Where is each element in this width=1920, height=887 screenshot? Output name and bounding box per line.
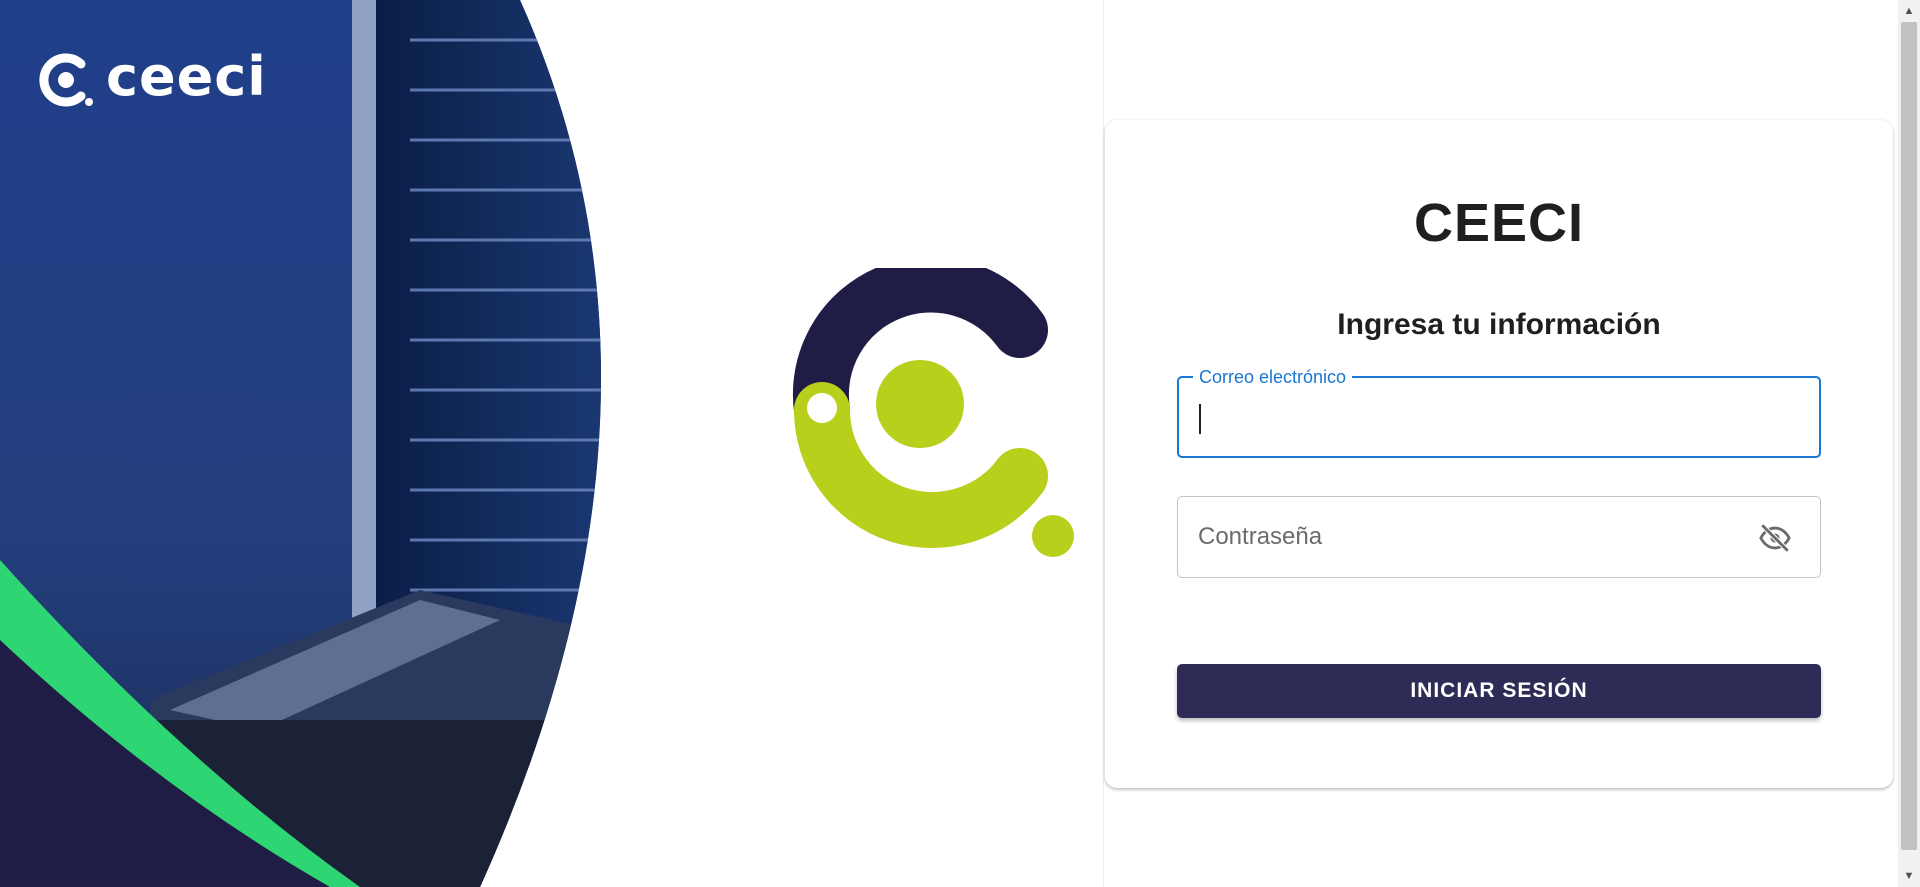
card-title: CEECI <box>1413 193 1585 253</box>
vertical-scrollbar[interactable]: ▲ ▼ <box>1898 0 1920 887</box>
ceeci-emblem-icon <box>792 268 1074 557</box>
email-field[interactable]: Correo electrónico <box>1177 366 1821 458</box>
scrollbar-thumb[interactable] <box>1901 22 1917 850</box>
arrow-up-icon[interactable]: ▲ <box>1898 0 1920 22</box>
text-cursor <box>1199 404 1201 434</box>
ceeci-c-icon <box>39 53 93 107</box>
brand-logo: ceeci <box>36 45 267 112</box>
brand-name: ceeci <box>106 45 267 108</box>
toggle-password-visibility-button[interactable] <box>1758 521 1792 555</box>
password-input[interactable] <box>1196 497 1750 577</box>
login-button[interactable]: INICIAR SESIÓN <box>1177 664 1821 718</box>
password-field[interactable]: Contraseña <box>1177 496 1821 578</box>
left-panel: ceeci <box>0 0 1104 887</box>
eye-off-icon <box>1759 523 1791 553</box>
card-subtitle: Ingresa tu información <box>1337 308 1661 341</box>
arrow-down-icon[interactable]: ▼ <box>1898 865 1920 887</box>
panel-divider <box>1103 0 1104 887</box>
email-input[interactable] <box>1197 378 1749 456</box>
login-card: CEECI Ingresa tu información Correo elec… <box>1105 120 1893 788</box>
